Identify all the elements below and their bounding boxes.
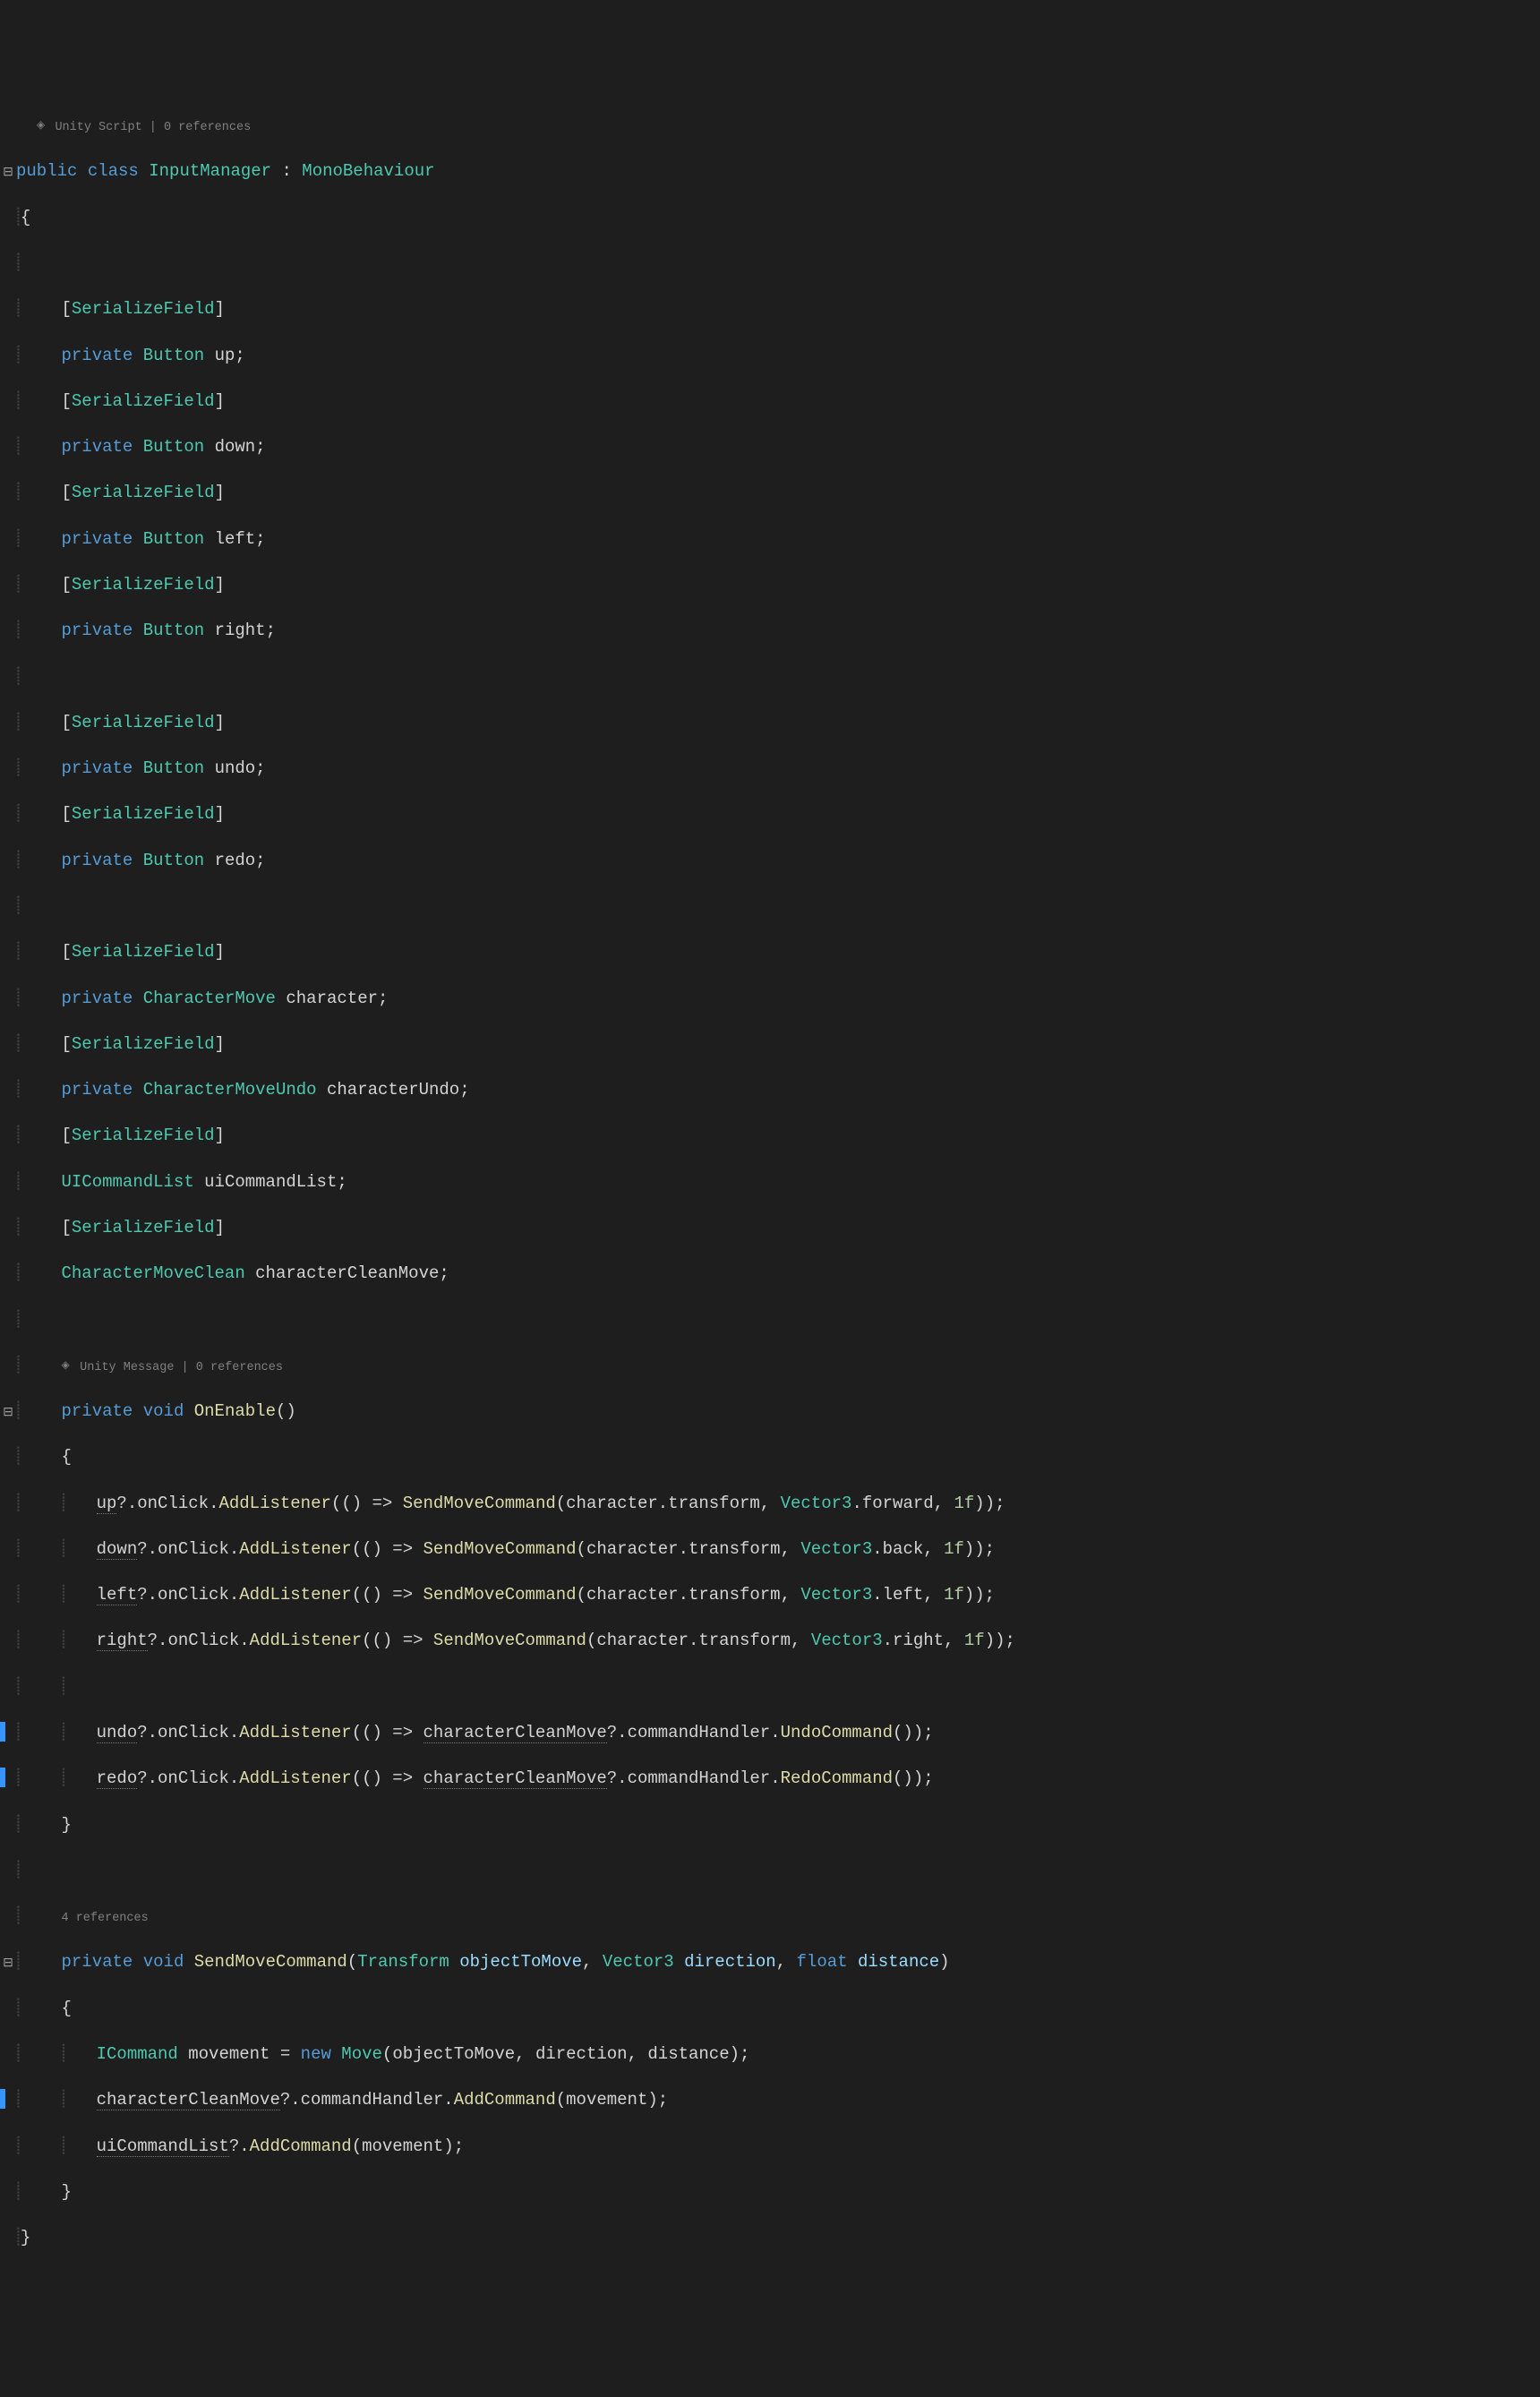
code-line[interactable]: ⸽ private Button right;: [0, 620, 1540, 643]
code-line[interactable]: ⸽ private Button left;: [0, 528, 1540, 552]
code-line[interactable]: ⸽: [0, 895, 1540, 919]
code-line[interactable]: ⸽: [0, 1309, 1540, 1332]
code-line[interactable]: ⸽: [0, 253, 1540, 276]
codelens-sendmove: ⸽ 4 references: [0, 1905, 1540, 1929]
code-line[interactable]: ⸽ ⸽ left?.onClick.AddListener(() => Send…: [0, 1584, 1540, 1607]
code-line[interactable]: ⸽ private Button redo;: [0, 850, 1540, 873]
code-line[interactable]: ⸽ ⸽ undo?.onClick.AddListener(() => char…: [0, 1722, 1540, 1745]
code-line[interactable]: ⸽ UICommandList uiCommandList;: [0, 1171, 1540, 1194]
code-line[interactable]: ⸽ [SerializeField]: [0, 298, 1540, 321]
code-line[interactable]: ⸽ [SerializeField]: [0, 712, 1540, 735]
code-line[interactable]: ⸽ ⸽ redo?.onClick.AddListener(() => char…: [0, 1768, 1540, 1791]
code-line[interactable]: ⊟⸽ private void SendMoveCommand(Transfor…: [0, 1951, 1540, 1974]
code-line[interactable]: ⸽ private Button up;: [0, 345, 1540, 368]
code-line[interactable]: ⸽ private Button down;: [0, 436, 1540, 459]
code-line[interactable]: ⸽ [SerializeField]: [0, 390, 1540, 414]
code-line[interactable]: ⸽ [SerializeField]: [0, 941, 1540, 964]
change-marker-icon: [0, 2089, 5, 2109]
code-line[interactable]: ⸽ private CharacterMove character;: [0, 988, 1540, 1011]
code-line[interactable]: ⸽ ⸽ down?.onClick.AddListener(() => Send…: [0, 1538, 1540, 1562]
code-line[interactable]: ⸽ [SerializeField]: [0, 482, 1540, 505]
code-line[interactable]: ⸽}: [0, 2227, 1540, 2250]
code-line[interactable]: ⸽ private Button undo;: [0, 758, 1540, 781]
code-line[interactable]: ⸽ [SerializeField]: [0, 1125, 1540, 1148]
code-line[interactable]: ⸽ ⸽ up?.onClick.AddListener(() => SendMo…: [0, 1493, 1540, 1516]
code-line[interactable]: ⸽ ⸽ right?.onClick.AddListener(() => Sen…: [0, 1630, 1540, 1653]
code-line[interactable]: ⸽ [SerializeField]: [0, 574, 1540, 597]
code-line[interactable]: ⸽{: [0, 207, 1540, 230]
code-line[interactable]: ⸽ {: [0, 1446, 1540, 1469]
code-line[interactable]: ⸽ ⸽: [0, 1676, 1540, 1699]
code-line[interactable]: ⸽ private CharacterMoveUndo characterUnd…: [0, 1079, 1540, 1102]
code-line[interactable]: ⸽ [SerializeField]: [0, 803, 1540, 826]
codelens-onenable: ⸽ ◈ Unity Message | 0 references: [0, 1355, 1540, 1378]
code-line[interactable]: ⊟⸽ private void OnEnable(): [0, 1400, 1540, 1424]
code-line[interactable]: ⸽ {: [0, 1998, 1540, 2021]
change-marker-icon: [0, 1768, 5, 1787]
codelens-class: ◈ Unity Script | 0 references: [0, 115, 1540, 138]
code-line[interactable]: ⸽ ⸽ characterCleanMove?.commandHandler.A…: [0, 2089, 1540, 2112]
code-line[interactable]: ⸽ }: [0, 1814, 1540, 1837]
code-line[interactable]: ⸽ ⸽ ICommand movement = new Move(objectT…: [0, 2043, 1540, 2067]
change-marker-icon: [0, 1722, 5, 1742]
code-line[interactable]: ⸽ [SerializeField]: [0, 1033, 1540, 1057]
code-line[interactable]: ⸽ }: [0, 2181, 1540, 2204]
code-editor[interactable]: ◈ Unity Script | 0 references ⊟public cl…: [0, 92, 1540, 2282]
code-line[interactable]: ⊟public class InputManager : MonoBehavio…: [0, 160, 1540, 184]
code-line[interactable]: ⸽: [0, 1860, 1540, 1883]
code-line[interactable]: ⸽ [SerializeField]: [0, 1217, 1540, 1240]
code-line[interactable]: ⸽ CharacterMoveClean characterCleanMove;: [0, 1263, 1540, 1286]
code-line[interactable]: ⸽ ⸽ uiCommandList?.AddCommand(movement);: [0, 2136, 1540, 2159]
code-line[interactable]: ⸽: [0, 666, 1540, 689]
